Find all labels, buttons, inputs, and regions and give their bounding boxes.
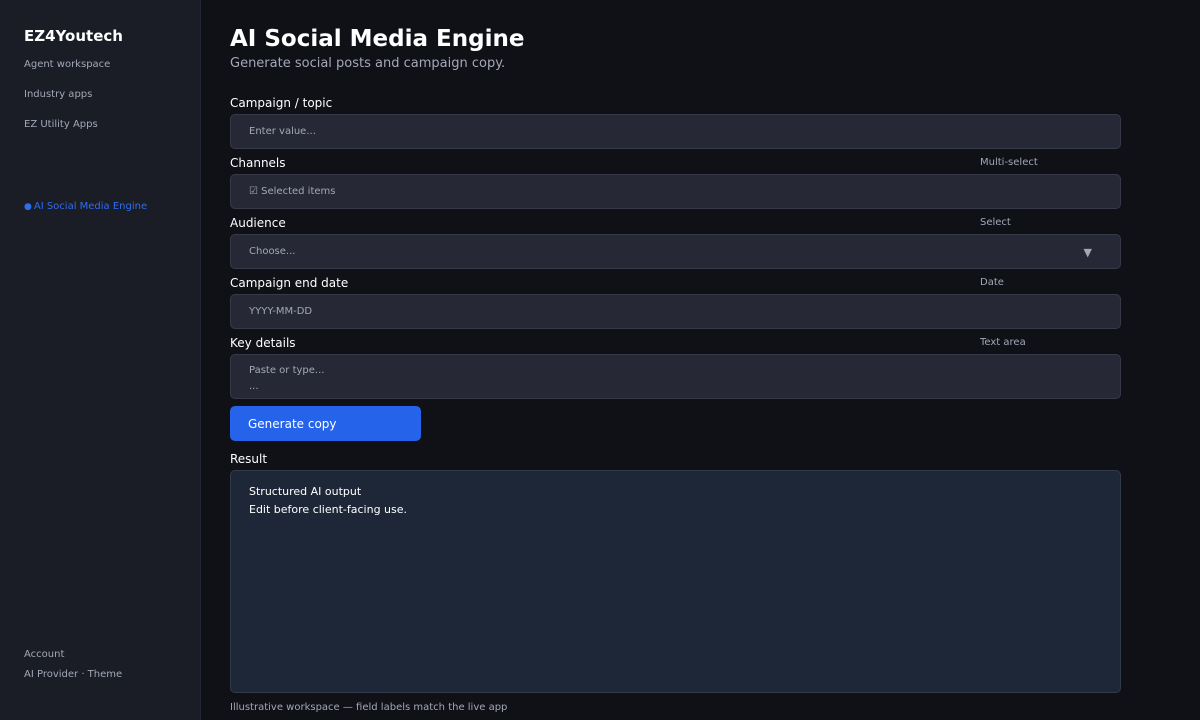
main-content: AI Social Media Engine Generate social p… <box>202 0 1200 720</box>
campaign-end-date-label: Campaign end date <box>230 276 349 290</box>
dot-icon: ● <box>24 202 32 212</box>
result-output[interactable]: Structured AI output Edit before client-… <box>230 470 1121 693</box>
nav-item-industry-apps[interactable]: Industry apps <box>24 89 92 100</box>
campaign-end-date-input[interactable]: YYYY-MM-DD <box>230 294 1121 329</box>
key-details-kind: Text area <box>980 337 1026 348</box>
ai-provider-theme-link[interactable]: AI Provider · Theme <box>24 669 122 680</box>
nav-item-label: AI Social Media Engine <box>33 201 148 212</box>
channels-placeholder: ☑ Selected items <box>249 186 336 197</box>
key-details-placeholder-line2: ... <box>249 381 259 392</box>
audience-placeholder: Choose... <box>249 246 296 257</box>
channels-kind: Multi-select <box>980 157 1038 168</box>
result-line-2: Edit before client-facing use. <box>249 503 408 516</box>
nav-item-agent-workspace[interactable]: Agent workspace <box>24 59 110 70</box>
campaign-topic-input[interactable]: Enter value... <box>230 114 1121 149</box>
generate-copy-button[interactable]: Generate copy <box>230 406 421 441</box>
key-details-textarea[interactable]: Paste or type... ... <box>230 354 1121 399</box>
channels-label: Channels <box>230 156 286 170</box>
key-details-label: Key details <box>230 336 296 350</box>
nav-item-ai-social-media-engine[interactable]: ● AI Social Media Engine <box>24 201 147 212</box>
campaign-topic-placeholder: Enter value... <box>249 126 316 137</box>
brand-name: EZ4Youtech <box>24 27 123 45</box>
key-details-placeholder-line1: Paste or type... <box>249 365 325 376</box>
result-line-1: Structured AI output <box>249 485 362 498</box>
nav-item-ez-utility-apps[interactable]: EZ Utility Apps <box>24 119 98 130</box>
channels-multiselect[interactable]: ☑ Selected items <box>230 174 1121 209</box>
footnote: Illustrative workspace — field labels ma… <box>230 702 508 713</box>
account-link[interactable]: Account <box>24 649 64 660</box>
audience-label: Audience <box>230 216 286 230</box>
audience-kind: Select <box>980 217 1011 228</box>
campaign-end-date-placeholder: YYYY-MM-DD <box>249 306 313 317</box>
result-label: Result <box>230 452 268 466</box>
page-subtitle: Generate social posts and campaign copy. <box>230 56 506 71</box>
campaign-end-date-kind: Date <box>980 277 1004 288</box>
page-title: AI Social Media Engine <box>230 26 525 52</box>
sidebar: EZ4Youtech Agent workspace Industry apps… <box>0 0 201 720</box>
audience-select[interactable]: Choose... ▼ <box>230 234 1121 269</box>
chevron-down-icon[interactable]: ▼ <box>1084 246 1092 259</box>
campaign-topic-label: Campaign / topic <box>230 96 333 110</box>
